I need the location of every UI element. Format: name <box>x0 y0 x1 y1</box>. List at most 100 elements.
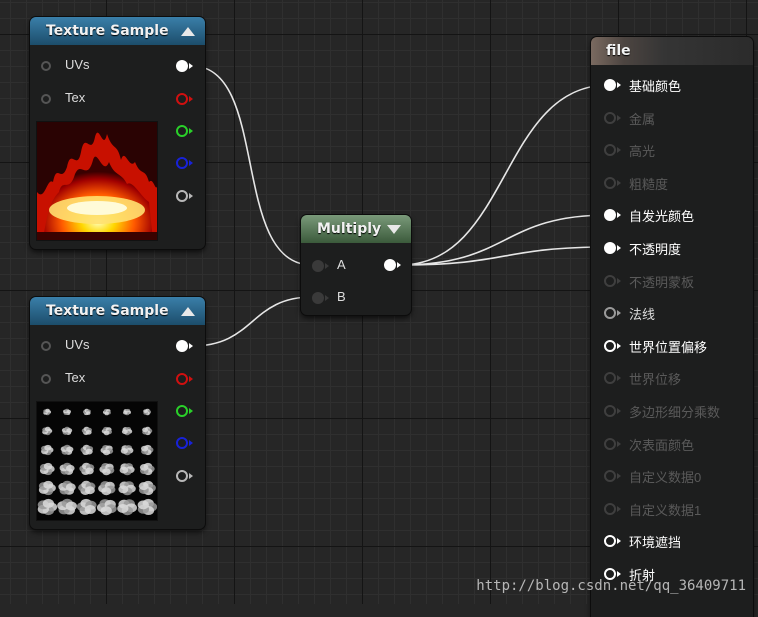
blue-output-pin[interactable] <box>176 437 188 449</box>
material-pin-row: 自发光颜色 <box>591 205 753 225</box>
node-header[interactable]: Multiply <box>301 215 411 243</box>
pin-arrow-icon <box>617 245 621 251</box>
tex-pin-label: Tex <box>65 90 86 105</box>
collapse-arrow-icon[interactable] <box>181 27 195 36</box>
uvs-pin-label: UVs <box>65 337 90 352</box>
red-output-pin[interactable] <box>176 93 188 105</box>
alpha-output-pin[interactable] <box>176 470 188 482</box>
material-input-pin[interactable] <box>604 176 616 189</box>
material-pin-label: 自定义数据0 <box>629 470 702 486</box>
material-pin-row: 基础颜色 <box>591 75 753 95</box>
material-pin-row: 自定义数据0 <box>591 466 753 486</box>
pin-row-tex: Tex <box>30 369 205 389</box>
material-input-pin[interactable] <box>604 274 616 287</box>
material-input-pin[interactable] <box>604 405 616 417</box>
material-pin-label: 自发光颜色 <box>629 209 695 225</box>
pin-arrow-icon <box>617 114 621 121</box>
tex-input-pin[interactable] <box>41 374 51 384</box>
multiply-node[interactable]: Multiply A B <box>301 215 411 315</box>
material-result-node[interactable]: file 基础颜色 金属 高光 粗糙度 自发光颜色 不透明度 不透明蒙板 法线 世界位置偏移 世界… <box>591 37 753 617</box>
uvs-input-pin[interactable] <box>41 341 51 351</box>
material-pin-label: 粗糙度 <box>629 176 669 192</box>
material-pin-row: 高光 <box>591 140 753 160</box>
material-input-pin[interactable] <box>604 79 616 91</box>
pin-arrow-icon <box>189 440 193 446</box>
pin-arrow-icon <box>617 440 621 447</box>
material-pin-row: 世界位置偏移 <box>591 336 753 356</box>
tex-input-pin[interactable] <box>41 94 51 104</box>
material-pin-row: 世界位移 <box>591 368 753 388</box>
pin-arrow-icon <box>617 505 621 512</box>
pin-arrow-icon <box>617 571 621 577</box>
b-pin-label: B <box>337 289 346 304</box>
blue-output-pin[interactable] <box>176 157 188 169</box>
material-input-pin[interactable] <box>604 470 616 483</box>
uvs-input-pin[interactable] <box>41 61 51 71</box>
pin-arrow-icon <box>189 343 193 349</box>
material-input-pin[interactable] <box>604 502 616 515</box>
pin-row-uvs: UVs <box>30 56 205 76</box>
pin-arrow-icon <box>189 63 193 69</box>
node-title: file <box>606 43 631 59</box>
pin-arrow-icon <box>189 376 193 382</box>
pin-arrow-icon <box>397 262 401 268</box>
material-pin-row: 粗糙度 <box>591 173 753 193</box>
pin-arrow-icon <box>617 408 621 414</box>
material-input-pin[interactable] <box>604 111 616 124</box>
a-input-pin[interactable] <box>312 260 324 272</box>
pin-arrow-icon <box>617 342 621 349</box>
pin-arrow-icon <box>617 277 621 284</box>
pin-arrow-icon <box>617 473 621 480</box>
material-input-pin[interactable] <box>604 242 616 254</box>
pin-arrow-icon <box>189 473 193 479</box>
result-output-pin[interactable] <box>384 259 396 271</box>
alpha-output-pin[interactable] <box>176 190 188 202</box>
material-pin-label: 基础颜色 <box>629 79 682 94</box>
pin-arrow-icon <box>617 538 621 545</box>
node-header[interactable]: Texture Sample <box>30 17 205 45</box>
material-pin-label: 自定义数据1 <box>629 502 702 518</box>
uvs-pin-label: UVs <box>65 57 90 72</box>
material-pin-label: 次表面颜色 <box>629 437 695 453</box>
pin-arrow-icon <box>189 408 193 414</box>
material-pin-label: 不透明度 <box>629 242 682 257</box>
node-title: Texture Sample <box>46 23 169 39</box>
rgb-output-pin[interactable] <box>176 340 188 352</box>
pin-arrow-icon <box>189 160 193 166</box>
node-title: Multiply <box>317 221 382 237</box>
material-pin-row: 次表面颜色 <box>591 434 753 454</box>
fire-texture-preview <box>36 121 158 241</box>
material-input-pin[interactable] <box>604 339 616 352</box>
texture-sample-node-1[interactable]: Texture Sample UVs Tex <box>30 17 205 249</box>
material-pin-row: 不透明蒙板 <box>591 271 753 291</box>
pin-arrow-icon <box>617 147 621 154</box>
pin-row-tex: Tex <box>30 89 205 109</box>
node-header[interactable]: file <box>591 37 753 65</box>
material-input-pin[interactable] <box>604 535 616 548</box>
green-output-pin[interactable] <box>176 405 188 417</box>
material-input-pin[interactable] <box>604 209 616 222</box>
collapse-arrow-icon[interactable] <box>387 225 401 234</box>
material-input-pin[interactable] <box>604 437 616 450</box>
a-pin-label: A <box>337 257 346 272</box>
pin-arrow-icon <box>617 179 621 186</box>
node-header[interactable]: Texture Sample <box>30 297 205 325</box>
material-input-pin[interactable] <box>604 144 616 157</box>
green-output-pin[interactable] <box>176 125 188 137</box>
rgb-output-pin[interactable] <box>176 60 188 72</box>
material-pin-row: 自定义数据1 <box>591 499 753 519</box>
pin-arrow-icon <box>189 128 193 134</box>
material-input-pin[interactable] <box>604 372 616 385</box>
collapse-arrow-icon[interactable] <box>181 307 195 316</box>
material-pin-row: 环境遮挡 <box>591 531 753 551</box>
material-pin-row: 多边形细分乘数 <box>591 401 753 421</box>
material-pin-label: 世界位置偏移 <box>629 339 708 355</box>
material-pin-label: 法线 <box>629 307 656 323</box>
material-input-pin[interactable] <box>604 307 616 320</box>
material-pin-row: 法线 <box>591 303 753 323</box>
pin-arrow-icon <box>617 212 621 219</box>
texture-sample-node-2[interactable]: Texture Sample UVs Tex <box>30 297 205 529</box>
red-output-pin[interactable] <box>176 373 188 385</box>
material-pin-label: 高光 <box>629 144 656 160</box>
b-input-pin[interactable] <box>312 292 324 304</box>
